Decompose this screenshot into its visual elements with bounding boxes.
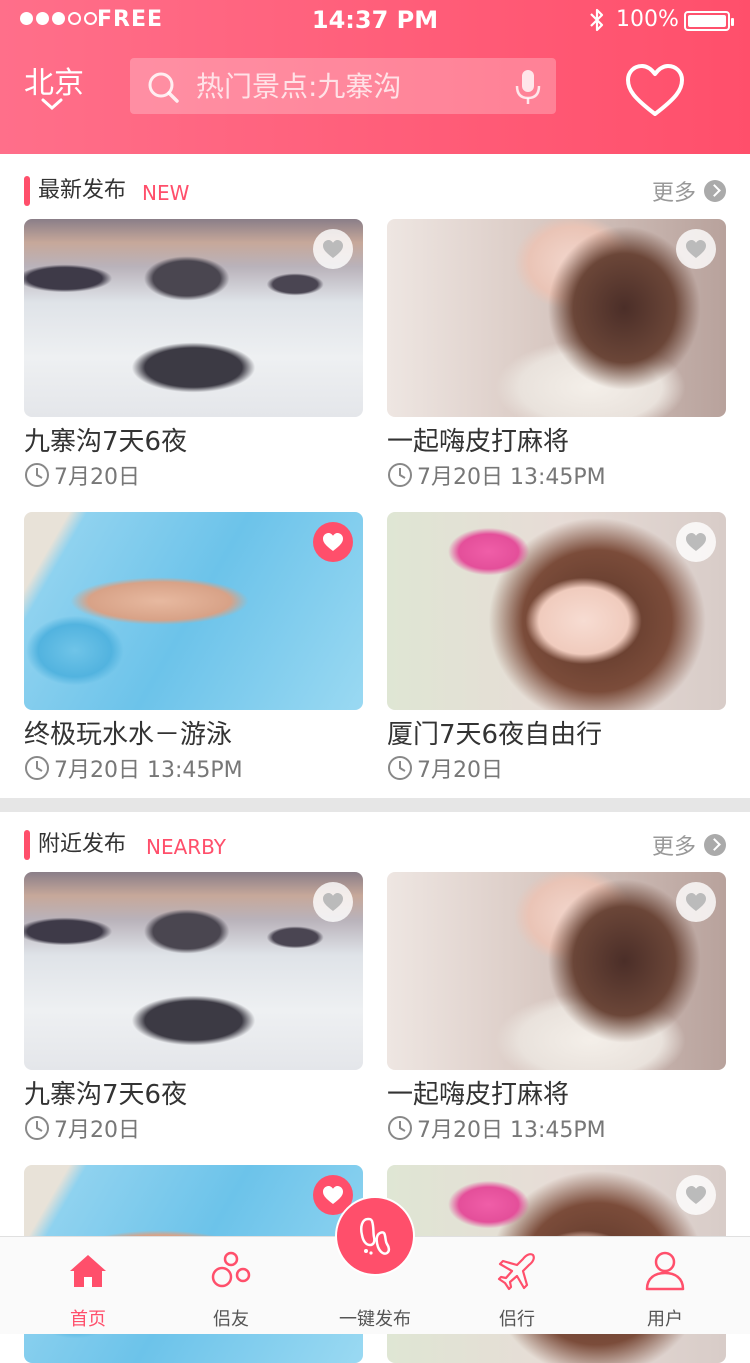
home-icon bbox=[70, 1255, 106, 1287]
clock-icon bbox=[388, 1116, 412, 1140]
clock-icon bbox=[25, 463, 49, 487]
search-icon bbox=[148, 72, 179, 103]
more-label: 更多 bbox=[651, 181, 696, 206]
battery-icon bbox=[684, 11, 734, 31]
favorites-heart-icon[interactable] bbox=[624, 62, 686, 118]
favorite-button[interactable] bbox=[313, 229, 353, 269]
post-title: 一起嗨皮打麻将 bbox=[387, 1080, 570, 1110]
battery-percent: 100% bbox=[616, 7, 679, 32]
tab-label: 首页 bbox=[70, 1309, 106, 1330]
plane-icon bbox=[497, 1253, 535, 1291]
favorite-button[interactable] bbox=[313, 522, 353, 562]
post-date: 7月20日 bbox=[24, 459, 140, 491]
chevron-right-icon bbox=[704, 834, 726, 856]
chevron-right-icon bbox=[704, 180, 726, 202]
search-bar[interactable] bbox=[130, 58, 556, 114]
section-divider bbox=[0, 798, 750, 812]
friends-icon bbox=[211, 1251, 251, 1288]
heart-icon bbox=[323, 1186, 343, 1204]
section-title: 附近发布 bbox=[38, 832, 127, 857]
post-date-text: 7月20日 13:45PM bbox=[417, 465, 606, 490]
section-nearby-header: 附近发布 NEARBY 更多 bbox=[0, 830, 750, 870]
post-date: 7月20日 bbox=[387, 752, 503, 784]
section-accent-bar bbox=[24, 176, 30, 206]
publish-button[interactable] bbox=[335, 1196, 415, 1276]
post-date: 7月20日 13:45PM bbox=[387, 459, 606, 491]
post-date: 7月20日 bbox=[24, 1112, 140, 1144]
clock-icon bbox=[388, 756, 412, 780]
post-date: 7月20日 13:45PM bbox=[24, 752, 243, 784]
microphone-icon[interactable] bbox=[514, 68, 542, 106]
heart-icon bbox=[323, 893, 343, 911]
tab-user[interactable]: 用户 bbox=[605, 1237, 725, 1335]
heart-icon bbox=[686, 1186, 706, 1204]
clock-icon bbox=[25, 756, 49, 780]
tab-home[interactable]: 首页 bbox=[28, 1237, 148, 1335]
tab-label: 侣友 bbox=[213, 1309, 249, 1330]
tab-label: 一键发布 bbox=[339, 1309, 411, 1330]
bluetooth-icon bbox=[590, 8, 604, 32]
post-date-text: 7月20日 bbox=[417, 758, 503, 783]
post-title: 九寨沟7天6夜 bbox=[24, 1080, 188, 1110]
tab-travel[interactable]: 侣行 bbox=[457, 1237, 577, 1335]
post-title: 终极玩水水－游泳 bbox=[24, 720, 233, 750]
favorite-button[interactable] bbox=[313, 882, 353, 922]
post-date-text: 7月20日 bbox=[54, 1118, 140, 1143]
heart-icon bbox=[686, 240, 706, 258]
post-title: 九寨沟7天6夜 bbox=[24, 427, 188, 457]
section-title: 最新发布 bbox=[38, 178, 127, 203]
post-date: 7月20日 13:45PM bbox=[387, 1112, 606, 1144]
heart-icon bbox=[686, 893, 706, 911]
post-title: 厦门7天6夜自由行 bbox=[387, 720, 603, 750]
tab-label: 侣行 bbox=[499, 1309, 535, 1330]
post-date-text: 7月20日 bbox=[54, 465, 140, 490]
heart-icon bbox=[323, 533, 343, 551]
section-latest-header: 最新发布 NEW 更多 bbox=[0, 176, 750, 216]
clock-icon bbox=[388, 463, 412, 487]
more-link[interactable]: 更多 bbox=[652, 830, 726, 860]
section-tag: NEARBY bbox=[146, 835, 227, 859]
favorite-button[interactable] bbox=[676, 522, 716, 562]
section-tag: NEW bbox=[142, 181, 190, 205]
app-header: FREE 14:37 PM 100% 北京 bbox=[0, 0, 750, 154]
post-date-text: 7月20日 13:45PM bbox=[54, 758, 243, 783]
chevron-down-icon[interactable] bbox=[40, 96, 64, 112]
tab-friends[interactable]: 侣友 bbox=[171, 1237, 291, 1335]
publish-icon-wrap bbox=[337, 1198, 413, 1274]
footprints-icon bbox=[360, 1217, 391, 1255]
clock-icon bbox=[25, 1116, 49, 1140]
section-accent-bar bbox=[24, 830, 30, 860]
favorite-button[interactable] bbox=[676, 882, 716, 922]
heart-icon bbox=[323, 240, 343, 258]
post-title: 一起嗨皮打麻将 bbox=[387, 427, 570, 457]
more-label: 更多 bbox=[651, 835, 696, 860]
post-date-text: 7月20日 13:45PM bbox=[417, 1118, 606, 1143]
more-link[interactable]: 更多 bbox=[652, 176, 726, 206]
favorite-button[interactable] bbox=[676, 229, 716, 269]
user-icon bbox=[645, 1251, 685, 1291]
search-input[interactable] bbox=[194, 58, 494, 114]
tab-label: 用户 bbox=[647, 1309, 683, 1330]
heart-icon bbox=[686, 533, 706, 551]
status-bar: FREE 14:37 PM 100% bbox=[0, 0, 750, 40]
favorite-button[interactable] bbox=[676, 1175, 716, 1215]
